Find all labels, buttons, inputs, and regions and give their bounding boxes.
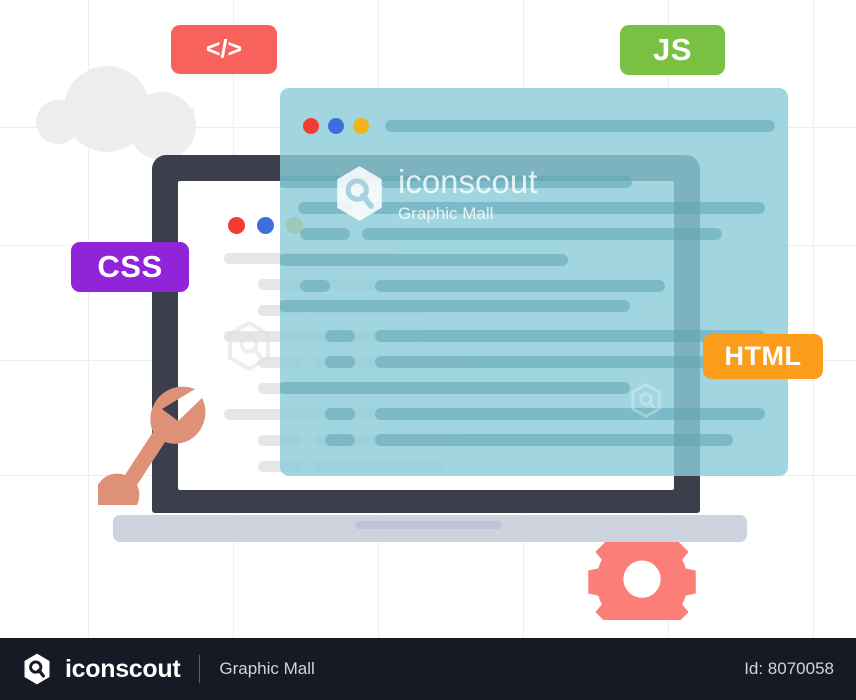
code-line xyxy=(280,382,630,394)
illustration-canvas: </> JS iconscout Graphic Mall CSS HTML i… xyxy=(0,0,856,700)
cloud-shape xyxy=(36,66,196,160)
footer-bar: iconscout Graphic Mall Id: 8070058 xyxy=(0,638,856,700)
gear-icon xyxy=(588,534,696,620)
footer-subtitle: Graphic Mall xyxy=(219,659,315,678)
code-indent xyxy=(325,408,355,420)
code-line xyxy=(280,254,568,266)
code-editor-panel xyxy=(280,88,788,476)
asset-id-label: Id: 8070058 xyxy=(744,659,834,678)
traffic-light-blue[interactable] xyxy=(328,118,344,134)
code-line xyxy=(365,202,765,214)
code-indent xyxy=(325,330,355,342)
traffic-light-red[interactable] xyxy=(228,217,245,234)
grid-line-vertical xyxy=(813,0,814,638)
code-indent xyxy=(325,434,355,446)
footer-divider xyxy=(199,655,201,683)
code-line xyxy=(375,356,733,368)
laptop-trackpad xyxy=(355,521,502,529)
badge-html[interactable]: HTML xyxy=(703,334,823,379)
traffic-light-blue[interactable] xyxy=(257,217,274,234)
badge-css[interactable]: CSS xyxy=(71,242,189,292)
code-line xyxy=(362,228,722,240)
code-indent xyxy=(300,228,350,240)
badge-code-tag[interactable]: </> xyxy=(171,25,277,74)
code-line xyxy=(375,408,765,420)
code-indent xyxy=(280,176,368,188)
footer-brand-name: iconscout xyxy=(65,654,181,683)
code-indent xyxy=(298,202,353,214)
code-line xyxy=(375,434,733,446)
footer-brand-group: iconscout Graphic Mall xyxy=(22,653,315,685)
code-line xyxy=(280,300,630,312)
code-line xyxy=(380,176,632,188)
code-line xyxy=(385,120,775,132)
wrench-icon xyxy=(98,386,206,505)
code-indent xyxy=(325,356,355,368)
cloud-base xyxy=(40,108,194,128)
iconscout-hex-logo xyxy=(24,653,50,685)
code-indent xyxy=(300,280,330,292)
iconscout-hex-logo xyxy=(631,383,661,418)
code-line xyxy=(375,280,665,292)
badge-js[interactable]: JS xyxy=(620,25,725,75)
traffic-light-red[interactable] xyxy=(303,118,319,134)
traffic-light-yellow[interactable] xyxy=(353,118,369,134)
iconscout-hex-logo xyxy=(228,321,270,371)
